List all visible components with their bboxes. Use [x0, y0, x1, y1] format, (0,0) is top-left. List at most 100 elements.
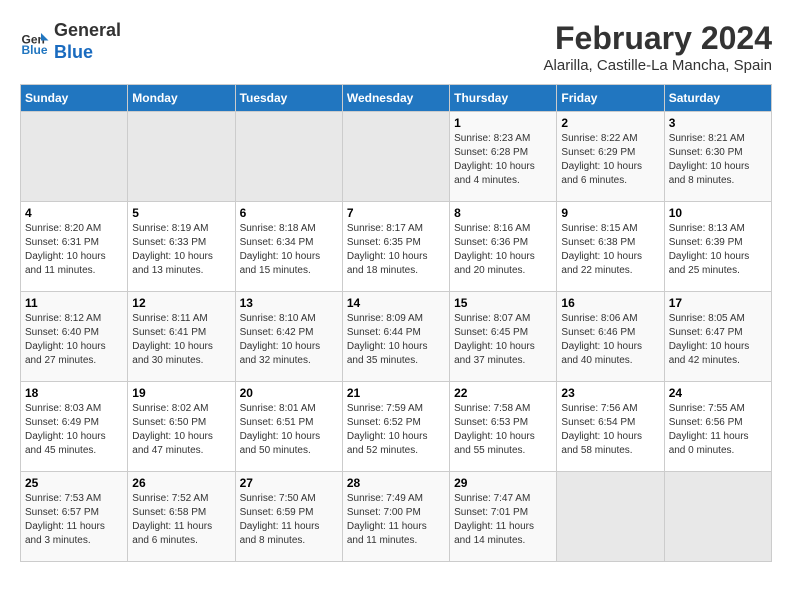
calendar-cell: 21 Sunrise: 7:59 AM Sunset: 6:52 PM Dayli…	[342, 382, 449, 472]
day-info: Sunrise: 8:13 AM Sunset: 6:39 PM Dayligh…	[669, 222, 767, 278]
day-info: Sunrise: 7:50 AM Sunset: 6:59 PM Dayligh…	[240, 492, 338, 548]
calendar-cell: 15 Sunrise: 8:07 AM Sunset: 6:45 PM Dayli…	[450, 292, 557, 382]
day-number: 9	[561, 206, 659, 220]
day-info: Sunrise: 8:11 AM Sunset: 6:41 PM Dayligh…	[132, 312, 230, 368]
day-number: 19	[132, 386, 230, 400]
calendar-cell: 22 Sunrise: 7:58 AM Sunset: 6:53 PM Dayli…	[450, 382, 557, 472]
calendar-cell	[342, 112, 449, 202]
calendar-cell	[235, 112, 342, 202]
day-info: Sunrise: 7:59 AM Sunset: 6:52 PM Dayligh…	[347, 402, 445, 458]
day-info: Sunrise: 8:18 AM Sunset: 6:34 PM Dayligh…	[240, 222, 338, 278]
column-header-tuesday: Tuesday	[235, 85, 342, 112]
day-number: 6	[240, 206, 338, 220]
day-number: 17	[669, 296, 767, 310]
day-info: Sunrise: 8:05 AM Sunset: 6:47 PM Dayligh…	[669, 312, 767, 368]
calendar-cell: 1Sunrise: 8:23 AM Sunset: 6:28 PM Daylig…	[450, 112, 557, 202]
day-info: Sunrise: 7:56 AM Sunset: 6:54 PM Dayligh…	[561, 402, 659, 458]
day-number: 8	[454, 206, 552, 220]
calendar-cell: 2Sunrise: 8:22 AM Sunset: 6:29 PM Daylig…	[557, 112, 664, 202]
day-number: 20	[240, 386, 338, 400]
calendar-week-4: 18 Sunrise: 8:03 AM Sunset: 6:49 PM Dayli…	[21, 382, 772, 472]
calendar-cell	[128, 112, 235, 202]
day-number: 13	[240, 296, 338, 310]
calendar-cell: 4 Sunrise: 8:20 AM Sunset: 6:31 PM Daylig…	[21, 202, 128, 292]
calendar-cell: 12Sunrise: 8:11 AM Sunset: 6:41 PM Dayli…	[128, 292, 235, 382]
subtitle: Alarilla, Castille-La Mancha, Spain	[544, 57, 772, 74]
day-number: 7	[347, 206, 445, 220]
page-title: February 2024	[544, 20, 772, 57]
day-number: 15	[454, 296, 552, 310]
column-header-saturday: Saturday	[664, 85, 771, 112]
day-info: Sunrise: 7:53 AM Sunset: 6:57 PM Dayligh…	[25, 492, 123, 548]
calendar-cell: 16 Sunrise: 8:06 AM Sunset: 6:46 PM Dayli…	[557, 292, 664, 382]
column-header-thursday: Thursday	[450, 85, 557, 112]
calendar-cell: 11 Sunrise: 8:12 AM Sunset: 6:40 PM Dayli…	[21, 292, 128, 382]
day-number: 10	[669, 206, 767, 220]
logo-text: General Blue	[54, 20, 121, 63]
calendar-cell: 3 Sunrise: 8:21 AM Sunset: 6:30 PM Daylig…	[664, 112, 771, 202]
calendar-cell: 17 Sunrise: 8:05 AM Sunset: 6:47 PM Dayli…	[664, 292, 771, 382]
day-info: Sunrise: 8:20 AM Sunset: 6:31 PM Dayligh…	[25, 222, 123, 278]
calendar-cell: 9 Sunrise: 8:15 AM Sunset: 6:38 PM Daylig…	[557, 202, 664, 292]
day-info: Sunrise: 7:49 AM Sunset: 7:00 PM Dayligh…	[347, 492, 445, 548]
calendar-table: SundayMondayTuesdayWednesdayThursdayFrid…	[20, 84, 772, 562]
day-info: Sunrise: 8:19 AM Sunset: 6:33 PM Dayligh…	[132, 222, 230, 278]
title-section: February 2024 Alarilla, Castille-La Manc…	[544, 20, 772, 74]
calendar-header-row: SundayMondayTuesdayWednesdayThursdayFrid…	[21, 85, 772, 112]
day-number: 16	[561, 296, 659, 310]
calendar-cell: 27 Sunrise: 7:50 AM Sunset: 6:59 PM Dayli…	[235, 472, 342, 562]
day-info: Sunrise: 8:12 AM Sunset: 6:40 PM Dayligh…	[25, 312, 123, 368]
calendar-week-5: 25 Sunrise: 7:53 AM Sunset: 6:57 PM Dayli…	[21, 472, 772, 562]
day-info: Sunrise: 8:07 AM Sunset: 6:45 PM Dayligh…	[454, 312, 552, 368]
day-number: 11	[25, 296, 123, 310]
calendar-cell: 24Sunrise: 7:55 AM Sunset: 6:56 PM Dayli…	[664, 382, 771, 472]
calendar-cell: 8 Sunrise: 8:16 AM Sunset: 6:36 PM Daylig…	[450, 202, 557, 292]
day-number: 14	[347, 296, 445, 310]
calendar-cell: 10 Sunrise: 8:13 AM Sunset: 6:39 PM Dayli…	[664, 202, 771, 292]
day-number: 25	[25, 476, 123, 490]
column-header-sunday: Sunday	[21, 85, 128, 112]
calendar-cell: 29 Sunrise: 7:47 AM Sunset: 7:01 PM Dayli…	[450, 472, 557, 562]
calendar-cell	[21, 112, 128, 202]
day-info: Sunrise: 7:58 AM Sunset: 6:53 PM Dayligh…	[454, 402, 552, 458]
day-number: 27	[240, 476, 338, 490]
day-info: Sunrise: 7:47 AM Sunset: 7:01 PM Dayligh…	[454, 492, 552, 548]
calendar-cell	[557, 472, 664, 562]
day-info: Sunrise: 8:21 AM Sunset: 6:30 PM Dayligh…	[669, 132, 767, 188]
calendar-cell: 13 Sunrise: 8:10 AM Sunset: 6:42 PM Dayli…	[235, 292, 342, 382]
day-number: 28	[347, 476, 445, 490]
svg-text:Blue: Blue	[22, 43, 48, 57]
day-info: Sunrise: 8:10 AM Sunset: 6:42 PM Dayligh…	[240, 312, 338, 368]
calendar-cell: 26Sunrise: 7:52 AM Sunset: 6:58 PM Dayli…	[128, 472, 235, 562]
header: Gen Blue General Blue February 2024 Alar…	[20, 20, 772, 74]
day-number: 21	[347, 386, 445, 400]
day-info: Sunrise: 8:01 AM Sunset: 6:51 PM Dayligh…	[240, 402, 338, 458]
day-number: 24	[669, 386, 767, 400]
day-number: 3	[669, 116, 767, 130]
calendar-cell: 18 Sunrise: 8:03 AM Sunset: 6:49 PM Dayli…	[21, 382, 128, 472]
calendar-cell	[664, 472, 771, 562]
day-info: Sunrise: 8:23 AM Sunset: 6:28 PM Dayligh…	[454, 132, 552, 188]
day-number: 23	[561, 386, 659, 400]
day-info: Sunrise: 8:03 AM Sunset: 6:49 PM Dayligh…	[25, 402, 123, 458]
calendar-cell: 25 Sunrise: 7:53 AM Sunset: 6:57 PM Dayli…	[21, 472, 128, 562]
day-number: 18	[25, 386, 123, 400]
day-info: Sunrise: 8:16 AM Sunset: 6:36 PM Dayligh…	[454, 222, 552, 278]
day-info: Sunrise: 8:02 AM Sunset: 6:50 PM Dayligh…	[132, 402, 230, 458]
day-number: 22	[454, 386, 552, 400]
calendar-cell: 6 Sunrise: 8:18 AM Sunset: 6:34 PM Daylig…	[235, 202, 342, 292]
day-number: 4	[25, 206, 123, 220]
calendar-cell: 5Sunrise: 8:19 AM Sunset: 6:33 PM Daylig…	[128, 202, 235, 292]
calendar-cell: 20 Sunrise: 8:01 AM Sunset: 6:51 PM Dayli…	[235, 382, 342, 472]
day-number: 29	[454, 476, 552, 490]
calendar-cell: 28 Sunrise: 7:49 AM Sunset: 7:00 PM Dayli…	[342, 472, 449, 562]
calendar-cell: 19 Sunrise: 8:02 AM Sunset: 6:50 PM Dayli…	[128, 382, 235, 472]
day-info: Sunrise: 8:15 AM Sunset: 6:38 PM Dayligh…	[561, 222, 659, 278]
calendar-week-1: 1Sunrise: 8:23 AM Sunset: 6:28 PM Daylig…	[21, 112, 772, 202]
logo-icon: Gen Blue	[20, 27, 50, 57]
calendar-week-3: 11 Sunrise: 8:12 AM Sunset: 6:40 PM Dayli…	[21, 292, 772, 382]
calendar-cell: 14Sunrise: 8:09 AM Sunset: 6:44 PM Dayli…	[342, 292, 449, 382]
day-info: Sunrise: 8:06 AM Sunset: 6:46 PM Dayligh…	[561, 312, 659, 368]
logo: Gen Blue General Blue	[20, 20, 121, 63]
day-info: Sunrise: 8:22 AM Sunset: 6:29 PM Dayligh…	[561, 132, 659, 188]
